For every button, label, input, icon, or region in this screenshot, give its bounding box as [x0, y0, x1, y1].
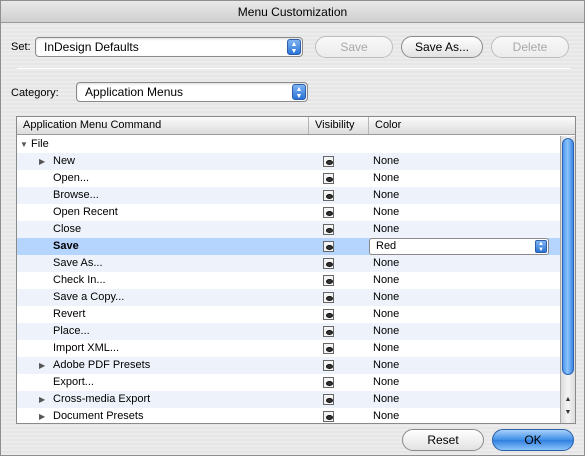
set-popup[interactable]: InDesign Defaults ▲ ▼	[35, 37, 303, 57]
visibility-eye-icon[interactable]	[323, 411, 334, 422]
visibility-eye-icon[interactable]	[323, 258, 334, 269]
category-popup[interactable]: Application Menus ▲ ▼	[76, 82, 308, 102]
row-command-label: Close	[53, 223, 82, 235]
row-command-label: New	[53, 155, 76, 167]
scrollbar-thumb[interactable]	[562, 138, 574, 375]
row-command-label: Revert	[53, 308, 86, 320]
disclosure-closed-icon[interactable]: ▶	[39, 408, 45, 423]
visibility-eye-icon[interactable]	[323, 156, 334, 167]
save-as-button[interactable]: Save As...	[401, 36, 483, 58]
reset-button[interactable]: Reset	[402, 429, 484, 451]
delete-button[interactable]: Delete	[491, 36, 569, 58]
row-color-value[interactable]: None	[373, 204, 399, 221]
row-command-label: Save	[53, 240, 79, 252]
disclosure-open-icon[interactable]: ▼	[20, 136, 28, 153]
visibility-eye-icon[interactable]	[323, 343, 334, 354]
table-row[interactable]: Check In... None	[17, 272, 560, 289]
table-row[interactable]: Browse... None	[17, 187, 560, 204]
row-color-value[interactable]: None	[373, 374, 399, 391]
visibility-eye-icon[interactable]	[323, 292, 334, 303]
category-label: Category:	[11, 87, 59, 99]
row-color-value[interactable]: None	[373, 391, 399, 408]
visibility-eye-icon[interactable]	[323, 326, 334, 337]
table-row[interactable]: Open... None	[17, 170, 560, 187]
disclosure-closed-icon[interactable]: ▶	[39, 357, 45, 374]
row-command-label: Cross-media Export	[53, 393, 151, 405]
set-label: Set:	[11, 41, 31, 53]
divider	[17, 68, 570, 69]
table-row[interactable]: Close None	[17, 221, 560, 238]
row-color-value[interactable]: None	[373, 221, 399, 238]
table-row[interactable]: ▶ Cross-media Export None	[17, 391, 560, 408]
table-row[interactable]: ▶ Adobe PDF Presets None	[17, 357, 560, 374]
visibility-eye-icon[interactable]	[323, 207, 334, 218]
color-popup[interactable]: Red ▲ ▼	[369, 238, 549, 255]
row-color-value[interactable]: None	[373, 289, 399, 306]
visibility-eye-icon[interactable]	[323, 275, 334, 286]
row-command-label: Export...	[53, 376, 94, 388]
popup-arrows-icon: ▲ ▼	[287, 39, 301, 55]
disclosure-closed-icon[interactable]: ▶	[39, 153, 45, 170]
row-color-value[interactable]: None	[373, 340, 399, 357]
row-color-value[interactable]: None	[373, 306, 399, 323]
visibility-eye-icon[interactable]	[323, 241, 334, 252]
save-button[interactable]: Save	[315, 36, 393, 58]
row-command-label: Open Recent	[53, 206, 118, 218]
row-color-value[interactable]: None	[373, 187, 399, 204]
table-row[interactable]: Revert None	[17, 306, 560, 323]
popup-arrows-icon: ▲ ▼	[292, 84, 306, 100]
table-row[interactable]: Import XML... None	[17, 340, 560, 357]
row-command-label: Open...	[53, 172, 90, 184]
row-command-label: File	[31, 138, 49, 150]
scroll-up-arrow-icon[interactable]: ▲	[561, 394, 575, 406]
table-row[interactable]: ▶ New None	[17, 153, 560, 170]
menu-command-table: Application Menu Command Visibility Colo…	[16, 116, 576, 424]
row-command-label: Place...	[53, 325, 90, 337]
table-row[interactable]: Open Recent None	[17, 204, 560, 221]
row-command-label: Adobe PDF Presets	[53, 359, 151, 371]
table-row[interactable]: ▼ File	[17, 136, 560, 153]
table-row[interactable]: Save a Copy... None	[17, 289, 560, 306]
vertical-scrollbar[interactable]: ▲ ▼	[560, 136, 575, 423]
popup-arrows-icon: ▲ ▼	[535, 240, 547, 253]
row-command-label: Save As...	[53, 257, 103, 269]
column-header-color[interactable]: Color	[369, 117, 575, 134]
table-row[interactable]: Place... None	[17, 323, 560, 340]
row-color-value[interactable]: None	[373, 170, 399, 187]
visibility-eye-icon[interactable]	[323, 377, 334, 388]
row-color-value[interactable]: None	[373, 272, 399, 289]
table-header: Application Menu Command Visibility Colo…	[17, 117, 575, 135]
visibility-eye-icon[interactable]	[323, 173, 334, 184]
table-row[interactable]: Export... None	[17, 374, 560, 391]
scroll-down-arrow-icon[interactable]: ▼	[561, 407, 575, 419]
table-row[interactable]: ▶ Document Presets None	[17, 408, 560, 423]
row-command-label: Browse...	[53, 189, 99, 201]
column-header-visibility[interactable]: Visibility	[309, 117, 369, 134]
category-popup-value: Application Menus	[85, 85, 184, 99]
row-command-label: Save a Copy...	[53, 291, 125, 303]
menu-customization-dialog: Menu Customization Set: InDesign Default…	[0, 0, 585, 456]
ok-button[interactable]: OK	[492, 429, 574, 451]
table-rows: ▼ File ▶ New None Open... None Browse... None Ope…	[17, 136, 560, 423]
disclosure-closed-icon[interactable]: ▶	[39, 391, 45, 408]
table-row[interactable]: Save Red ▲ ▼	[17, 238, 560, 255]
row-color-value[interactable]: None	[373, 357, 399, 374]
table-row[interactable]: Save As... None	[17, 255, 560, 272]
row-color-value[interactable]: None	[373, 153, 399, 170]
row-color-value[interactable]: None	[373, 323, 399, 340]
row-color-value[interactable]: None	[373, 408, 399, 423]
row-command-label: Import XML...	[53, 342, 120, 354]
row-color-value[interactable]: None	[373, 255, 399, 272]
visibility-eye-icon[interactable]	[323, 224, 334, 235]
window-title: Menu Customization	[1, 1, 584, 23]
color-popup-value: Red	[376, 240, 397, 252]
visibility-eye-icon[interactable]	[323, 394, 334, 405]
set-popup-value: InDesign Defaults	[44, 40, 139, 54]
row-command-label: Document Presets	[53, 410, 144, 422]
column-header-command[interactable]: Application Menu Command	[17, 117, 309, 134]
visibility-eye-icon[interactable]	[323, 360, 334, 371]
row-command-label: Check In...	[53, 274, 106, 286]
visibility-eye-icon[interactable]	[323, 190, 334, 201]
visibility-eye-icon[interactable]	[323, 309, 334, 320]
